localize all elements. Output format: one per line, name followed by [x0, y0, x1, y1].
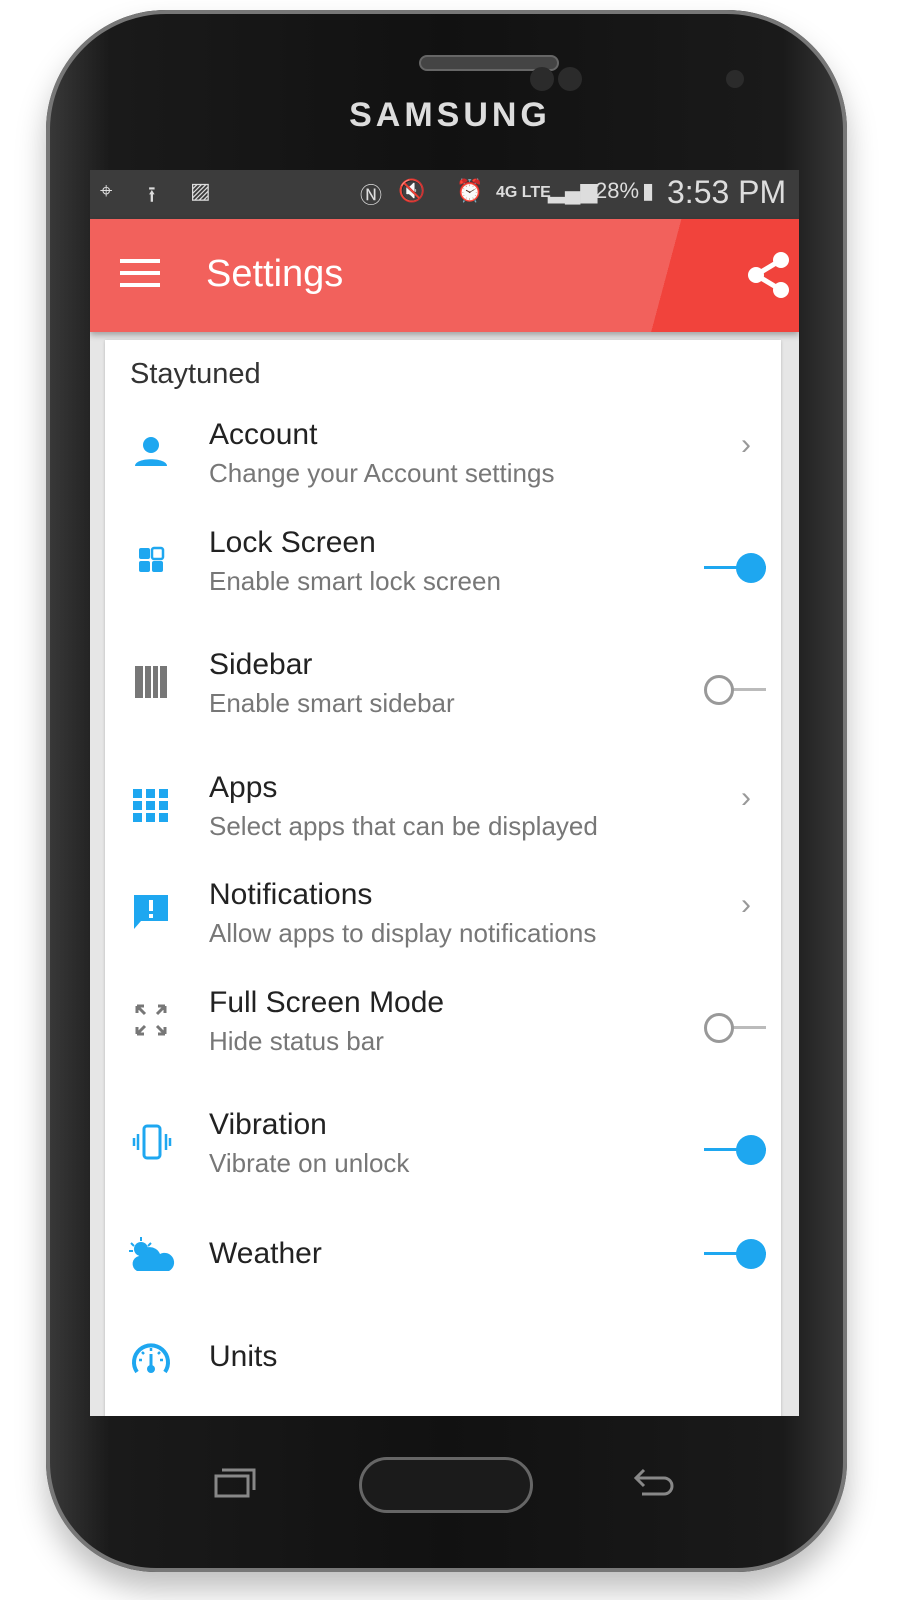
setting-subtitle: Select apps that can be displayed: [209, 811, 598, 841]
battery-charging-icon: ▮: [642, 178, 655, 203]
status-bar: ⌖ ⭱ ▨ Ⓝ 🔇 ⏰ 4G LTE ▂▄▆ 28% ▮ 3:53 PM: [90, 170, 799, 219]
setting-subtitle: Enable smart lock screen: [209, 566, 501, 596]
signal-icon: ▂▄▆: [548, 178, 598, 203]
setting-subtitle: Enable smart sidebar: [209, 688, 455, 718]
mute-vibrate-icon: 🔇: [398, 178, 426, 203]
sidebar-toggle[interactable]: [704, 675, 766, 705]
recent-apps-icon[interactable]: [212, 1466, 258, 1500]
hamburger-menu-icon[interactable]: [120, 259, 160, 287]
setting-subtitle: Vibrate on unlock: [209, 1148, 410, 1178]
page-title: Settings: [206, 253, 344, 295]
nfc-icon: Ⓝ: [360, 183, 383, 208]
setting-title: Account: [209, 418, 318, 451]
location-icon: ⌖: [100, 178, 113, 203]
setting-title: Notifications: [209, 878, 373, 911]
setting-title: Units: [209, 1340, 278, 1373]
back-icon[interactable]: [630, 1466, 676, 1500]
setting-title: Lock Screen: [209, 526, 376, 559]
front-camera: [726, 70, 744, 88]
upload-icon: ⭱: [148, 182, 156, 207]
app-bar: Settings: [90, 219, 799, 332]
image-icon: ▨: [190, 178, 211, 203]
screen: ⌖ ⭱ ▨ Ⓝ 🔇 ⏰ 4G LTE ▂▄▆ 28% ▮ 3:53 PM Set…: [90, 170, 799, 1416]
home-button[interactable]: [359, 1457, 533, 1513]
clock: 3:53 PM: [667, 174, 787, 210]
sensor: [558, 67, 582, 91]
full-screen-toggle[interactable]: [704, 1013, 766, 1043]
setting-vibration[interactable]: Vibration Vibrate on unlock: [105, 1108, 781, 1208]
setting-units: Units: [105, 1338, 781, 1398]
chevron-right-icon: ›: [741, 781, 751, 814]
lock-screen-toggle[interactable]: [704, 553, 766, 583]
brand-logo: SAMSUNG: [349, 96, 551, 134]
setting-weather[interactable]: Weather: [105, 1235, 781, 1335]
alarm-icon: ⏰: [456, 178, 484, 203]
sidebar-icon: [135, 666, 167, 698]
setting-apps[interactable]: Apps Select apps that can be displayed ›: [105, 771, 781, 871]
setting-sidebar[interactable]: Sidebar Enable smart sidebar: [105, 648, 781, 748]
notification-feedback-icon: [134, 895, 168, 929]
settings-card: Staytuned Account Change your Account se…: [105, 340, 781, 1416]
setting-title: Apps: [209, 771, 278, 804]
gauge-icon: [132, 1343, 170, 1374]
weather-partly-cloudy-icon: [129, 1237, 175, 1271]
setting-title: Vibration: [209, 1108, 327, 1141]
setting-title: Full Screen Mode: [209, 986, 445, 1019]
setting-account[interactable]: Account Change your Account settings ›: [105, 418, 781, 518]
weather-toggle[interactable]: [704, 1239, 766, 1269]
chevron-right-icon: ›: [741, 428, 751, 461]
dashboard-icon: [139, 546, 165, 572]
setting-title: Weather: [209, 1237, 322, 1270]
setting-subtitle: Hide status bar: [209, 1026, 384, 1056]
setting-notifications[interactable]: Notifications Allow apps to display noti…: [105, 878, 781, 978]
setting-full-screen[interactable]: Full Screen Mode Hide status bar: [105, 986, 781, 1086]
network-type: 4G LTE: [496, 184, 551, 201]
chevron-right-icon: ›: [741, 888, 751, 921]
setting-subtitle: Allow apps to display notifications: [209, 918, 597, 948]
setting-subtitle: Change your Account settings: [209, 458, 555, 488]
apps-grid-icon: [133, 789, 168, 822]
sensor: [530, 67, 554, 91]
setting-lock-screen[interactable]: Lock Screen Enable smart lock screen: [105, 526, 781, 626]
battery-percent: 28%: [595, 178, 640, 203]
person-icon: [135, 437, 167, 466]
section-header: Staytuned: [130, 358, 261, 390]
vibration-icon: [132, 1124, 172, 1160]
fullscreen-icon: [135, 1004, 167, 1036]
share-icon[interactable]: [747, 251, 791, 299]
setting-title: Sidebar: [209, 648, 313, 681]
vibration-toggle[interactable]: [704, 1135, 766, 1165]
